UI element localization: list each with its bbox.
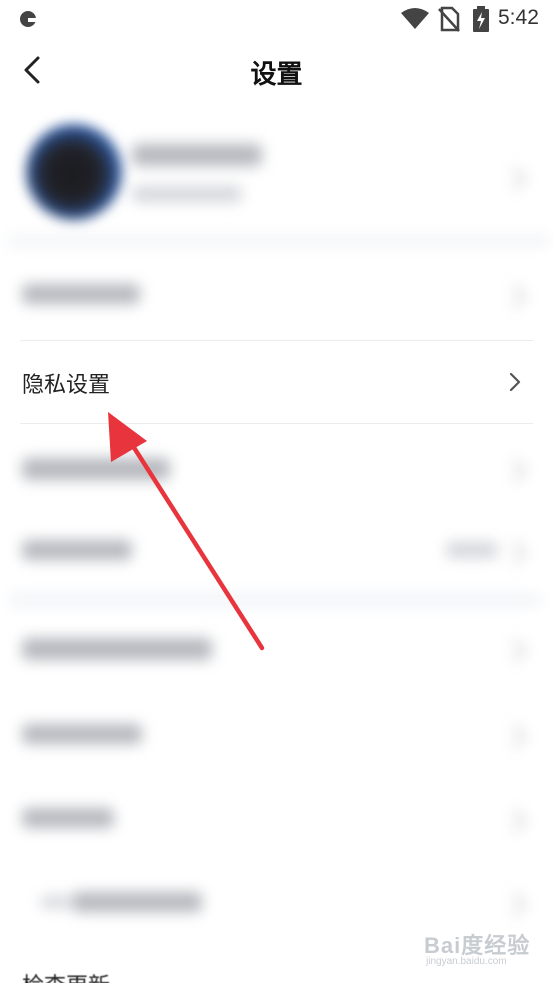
privacy-settings-label: 隐私设置 — [22, 373, 111, 398]
row-divider — [20, 423, 533, 424]
no-sim-icon — [438, 6, 460, 32]
status-time: 5:42 — [498, 6, 539, 29]
app-header: 设置 — [0, 38, 553, 104]
page-title: 设置 — [250, 60, 303, 90]
privacy-settings-row[interactable]: 隐私设置 — [0, 340, 553, 424]
battery-charging-icon — [473, 6, 489, 32]
wifi-icon — [401, 8, 429, 29]
status-bar: 5:42 — [0, 0, 553, 38]
check-update-label[interactable]: 检查更新 — [22, 968, 110, 983]
watermark: Bai度经验 jingyan.baidu.com — [424, 928, 544, 976]
row-divider — [20, 340, 533, 341]
chevron-right-icon — [509, 372, 521, 392]
app-notification-icon — [20, 11, 37, 27]
settings-screen: 5:42 设置 隐私设置 Bai度经验 jingyan.baidu.com — [0, 0, 553, 983]
avatar[interactable] — [26, 124, 122, 220]
watermark-url: jingyan.baidu.com — [426, 956, 507, 967]
blurred-settings-list — [10, 438, 540, 943]
